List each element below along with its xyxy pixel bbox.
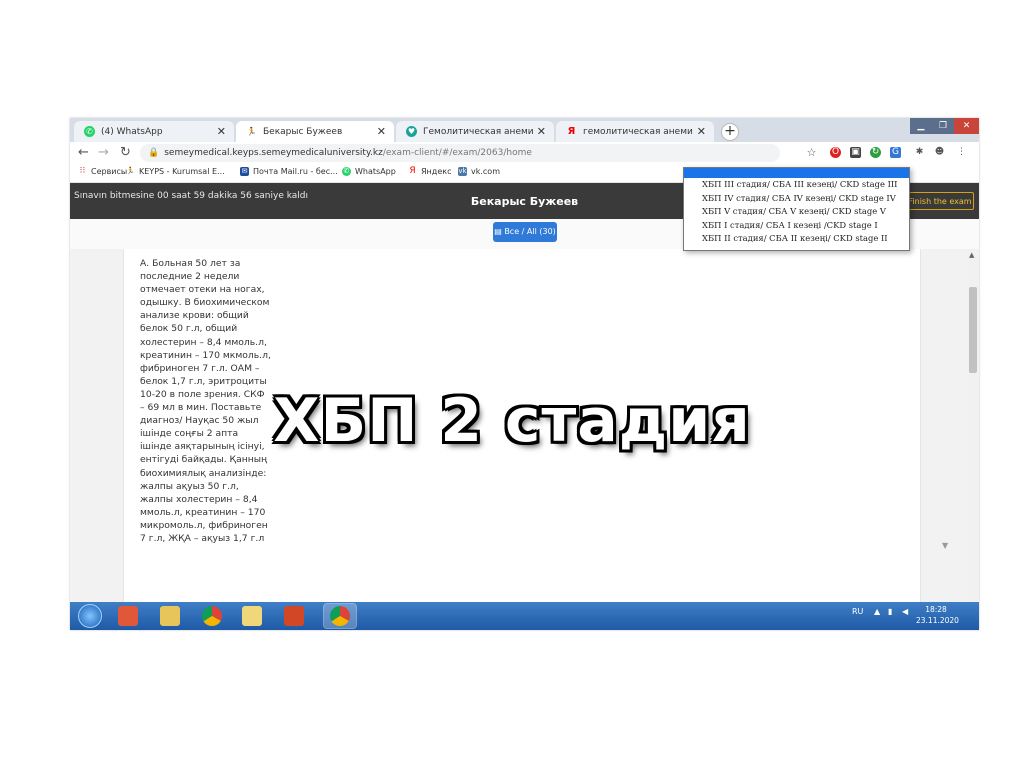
scrollbar-thumb[interactable]	[969, 287, 977, 373]
bookmark-label: KEYPS - Kurumsal E...	[139, 167, 225, 176]
star-icon[interactable]: ☆	[806, 147, 817, 158]
start-button[interactable]	[78, 604, 102, 628]
all-questions-button[interactable]: ▤ Все / All (30)	[493, 222, 557, 242]
whatsapp-icon: ✆	[342, 167, 351, 176]
yandex-icon: Я	[567, 126, 576, 137]
close-icon[interactable]: ✕	[537, 125, 546, 138]
file-manager-icon[interactable]	[242, 606, 262, 626]
person-icon: 🏃	[246, 127, 257, 136]
heart-icon: ♥	[406, 126, 417, 137]
dropdown-option[interactable]: ХБП III стадия/ СБА III кезеңі/ CKD stag…	[684, 178, 909, 192]
close-icon[interactable]: ✕	[217, 125, 226, 138]
chrome-active-icon[interactable]	[323, 603, 357, 629]
scroll-up-icon[interactable]: ▲	[969, 251, 974, 259]
opera-icon[interactable]: O	[830, 147, 841, 158]
address-bar[interactable]: 🔒 semeymedical.keyps.semeymedicaluniversi…	[140, 144, 780, 162]
forward-icon[interactable]: →	[98, 145, 109, 160]
bookmark-services[interactable]: ⁝⁝ Сервисы	[78, 166, 128, 177]
powerpoint-icon[interactable]	[284, 606, 304, 626]
bookmark-whatsapp[interactable]: ✆ WhatsApp	[342, 167, 396, 176]
bookmark-vk[interactable]: vk vk.com	[458, 167, 500, 176]
dropdown-option[interactable]: ХБП II стадия/ СБА II кезеңі/ CKD stage …	[684, 232, 909, 246]
bookmark-yandex[interactable]: Я Яндекс	[408, 166, 452, 177]
tab-exam[interactable]: 🏃 Бекарыс Бужеев ✕	[236, 121, 394, 142]
back-icon[interactable]: ←	[78, 145, 89, 160]
avatar[interactable]: ☻	[934, 147, 945, 158]
volume-icon[interactable]: ◀	[902, 607, 908, 616]
menu-icon[interactable]: ⋮	[956, 147, 967, 158]
windows-taskbar: RU ▲ ▮ ◀ 18:28 23.11.2020	[70, 602, 979, 630]
new-tab-button[interactable]: +	[721, 123, 739, 141]
yandex-icon: Я	[409, 166, 416, 176]
reload-icon[interactable]: ↻	[120, 145, 131, 160]
all-questions-label: Все / All (30)	[504, 227, 556, 236]
tab-yandex[interactable]: Я гемолитическая анемия — Янд ✕	[556, 121, 714, 142]
language-indicator[interactable]: RU	[852, 607, 863, 616]
tab-label: Бекарыс Бужеев	[263, 126, 343, 137]
tab-label: гемолитическая анемия — Янд	[583, 126, 693, 137]
tab-whatsapp[interactable]: ✆ (4) WhatsApp ✕	[74, 121, 234, 142]
list-icon: ▤	[494, 227, 502, 236]
bookmark-label: WhatsApp	[355, 167, 396, 176]
extension-icon[interactable]: ▣	[850, 147, 861, 158]
dropdown-highlight[interactable]	[684, 168, 909, 178]
maximize-icon[interactable]: ❐	[932, 118, 954, 134]
network-icon[interactable]: ▮	[888, 607, 892, 616]
extension-icon[interactable]: ↻	[870, 147, 881, 158]
bookmark-keyps[interactable]: 🏃 KEYPS - Kurumsal E...	[126, 167, 225, 176]
mail-icon: ✉	[240, 167, 249, 176]
overlay-caption: ХБП 2 стадия	[273, 386, 751, 456]
person-icon: 🏃	[126, 167, 135, 175]
vk-icon: vk	[458, 167, 467, 176]
translate-icon[interactable]: G	[890, 147, 901, 158]
close-window-icon[interactable]: ✕	[954, 118, 979, 134]
dropdown-option[interactable]: ХБП V стадия/ СБА V кезеңі/ CKD stage V	[684, 205, 909, 219]
bookmark-mail[interactable]: ✉ Почта Mail.ru - бес...	[240, 167, 338, 176]
bookmark-label: Сервисы	[91, 167, 128, 176]
lock-icon: 🔒	[148, 148, 160, 158]
clock-time: 18:28	[925, 605, 947, 614]
bookmark-label: Почта Mail.ru - бес...	[253, 167, 338, 176]
url-path: /exam-client/#/exam/2063/home	[382, 148, 532, 158]
finish-exam-button[interactable]: Finish the exam	[906, 192, 974, 210]
tray-arrow-icon[interactable]: ▲	[874, 607, 880, 616]
chevron-down-icon[interactable]: ▼	[942, 541, 948, 550]
clock-date: 23.11.2020	[916, 616, 959, 625]
media-player-icon[interactable]	[118, 606, 138, 626]
taskbar-clock[interactable]: 18:28 23.11.2020	[916, 604, 959, 626]
folder-icon[interactable]	[160, 606, 180, 626]
chrome-icon[interactable]	[202, 606, 222, 626]
close-icon[interactable]: ✕	[377, 125, 386, 138]
whatsapp-icon: ✆	[84, 126, 95, 137]
minimize-icon[interactable]: ▁	[910, 118, 932, 134]
close-icon[interactable]: ✕	[697, 125, 706, 138]
browser-toolbar: ← → ↻ 🔒 semeymedical.keyps.semeymedicalun…	[70, 142, 979, 164]
tab-label: Гемолитическая анемия - при	[423, 126, 533, 137]
dropdown-option[interactable]: ХБП I стадия/ СБА I кезеңі /CKD stage I	[684, 219, 909, 233]
browser-tab-strip: ✆ (4) WhatsApp ✕ 🏃 Бекарыс Бужеев ✕ ♥ Ге…	[70, 118, 979, 142]
puzzle-icon[interactable]: ✱	[914, 147, 925, 158]
answer-dropdown-list[interactable]: ХБП III стадия/ СБА III кезеңі/ CKD stag…	[683, 167, 910, 251]
tab-label: (4) WhatsApp	[101, 126, 163, 137]
dropdown-option[interactable]: ХБП IV стадия/ СБА IV кезеңі/ CKD stage …	[684, 192, 909, 206]
bookmark-label: vk.com	[471, 167, 500, 176]
url-host: semeymedical.keyps.semeymedicaluniversit…	[164, 148, 383, 158]
apps-grid-icon: ⁝⁝	[79, 166, 86, 176]
tab-hemolytic[interactable]: ♥ Гемолитическая анемия - при ✕	[396, 121, 554, 142]
bookmark-label: Яндекс	[421, 167, 452, 176]
screenshot-frame: ✆ (4) WhatsApp ✕ 🏃 Бекарыс Бужеев ✕ ♥ Ге…	[70, 118, 979, 630]
